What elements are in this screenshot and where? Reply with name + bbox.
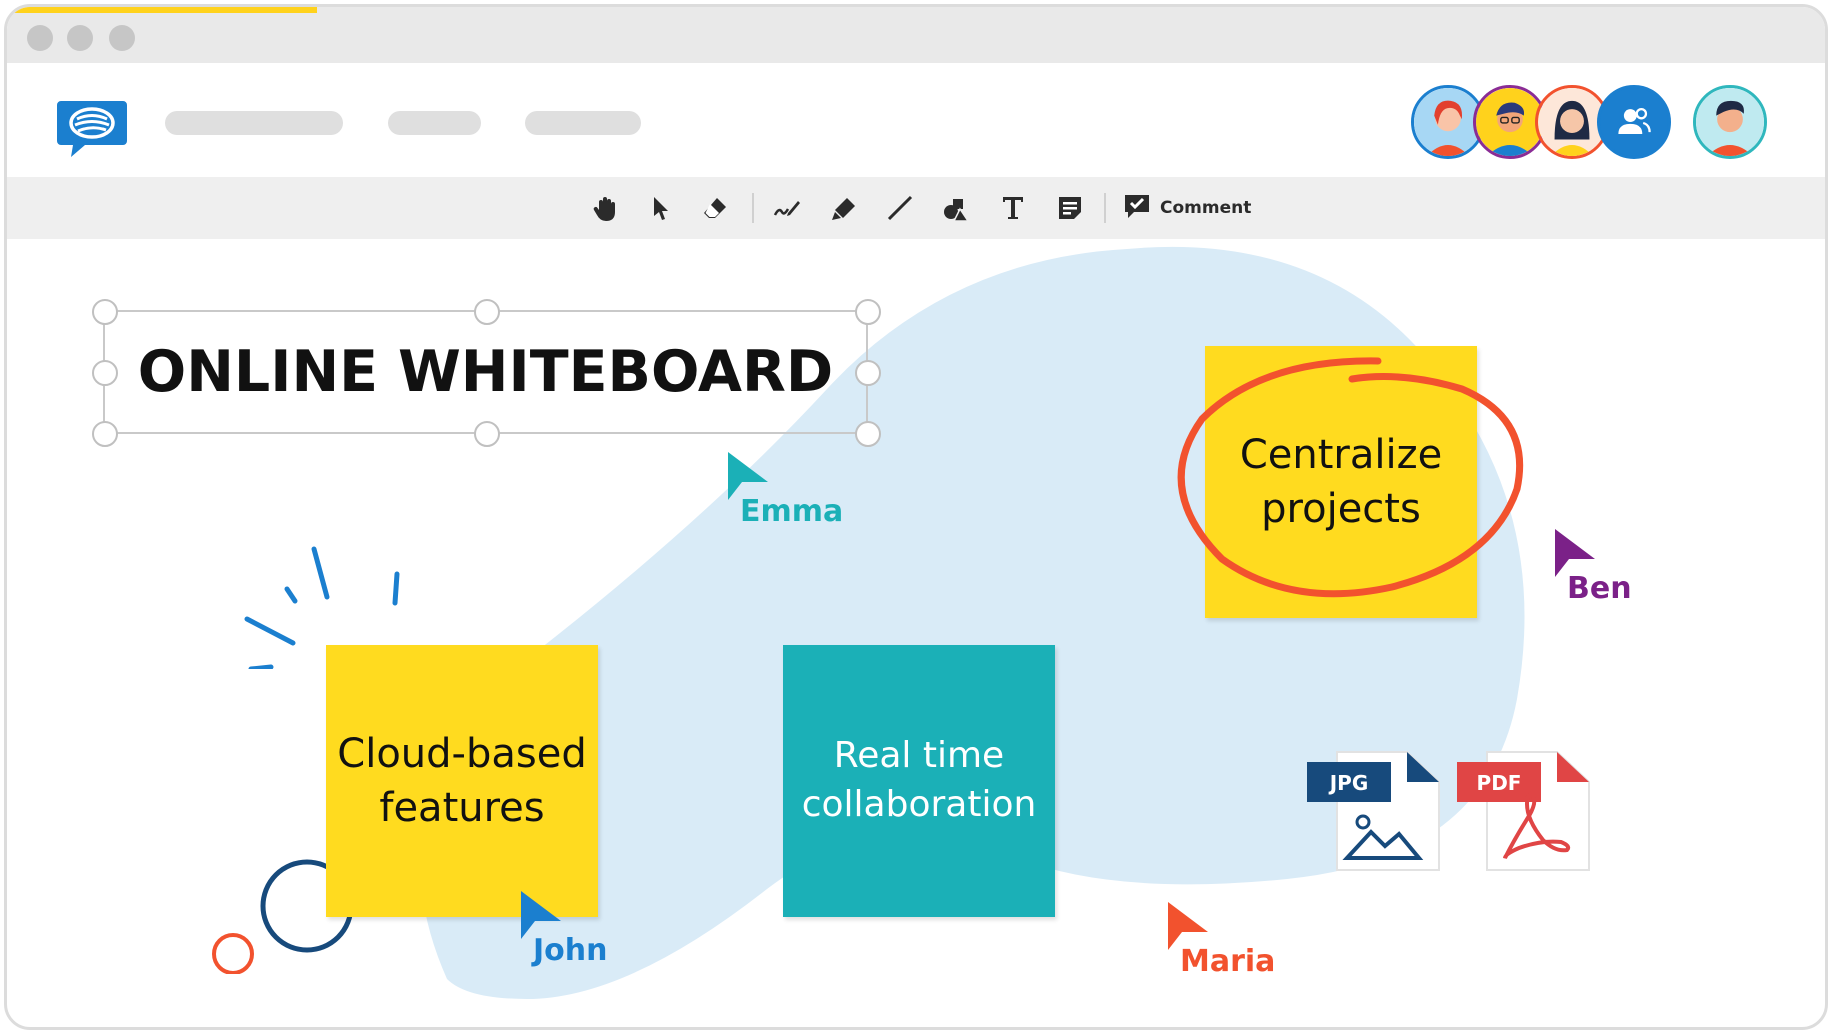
cursor-john: John xyxy=(521,891,608,968)
corner-accent xyxy=(7,7,317,13)
comment-label: Comment xyxy=(1160,198,1252,218)
app-header xyxy=(7,63,1825,177)
cursor-arrow-icon xyxy=(728,452,768,500)
sticky-note-cloud[interactable]: Cloud-based features xyxy=(326,645,598,917)
sticky-note-text: Cloud-based features xyxy=(337,731,587,831)
red-circle-annotation xyxy=(1177,357,1524,598)
toolbar-divider xyxy=(752,193,754,223)
jpg-label: JPG xyxy=(1328,771,1369,795)
pdf-label: PDF xyxy=(1477,771,1522,795)
whiteboard-canvas[interactable]: ONLINE WHITEBOARD Cloud-based features R… xyxy=(7,239,1825,1027)
close-dot[interactable] xyxy=(27,25,53,51)
jpg-file-icon[interactable]: JPG xyxy=(1307,742,1447,876)
comment-button[interactable]: Comment xyxy=(1122,191,1251,225)
drawing-toolbar: Comment xyxy=(7,177,1825,239)
maximize-dot[interactable] xyxy=(109,25,135,51)
cursor-emma: Emma xyxy=(728,452,843,529)
minimize-dot[interactable] xyxy=(67,25,93,51)
cursor-maria: Maria xyxy=(1168,902,1275,979)
cursor-arrow-icon xyxy=(1555,529,1595,577)
sticky-note-text: Real time collaboration xyxy=(801,735,1037,825)
title-text-box[interactable]: ONLINE WHITEBOARD xyxy=(92,299,881,447)
cursor-label: Emma xyxy=(740,494,844,529)
browser-window: Comment ONLINE WHITEBOARD Cloud-based fe… xyxy=(4,4,1828,1030)
highlighter-icon[interactable] xyxy=(827,191,861,225)
line-icon[interactable] xyxy=(883,191,917,225)
cursor-label: John xyxy=(533,933,608,968)
cursor-ben: Ben xyxy=(1555,529,1632,606)
sticky-note-realtime[interactable]: Real time collaboration xyxy=(783,645,1055,917)
eraser-icon[interactable] xyxy=(698,191,732,225)
pdf-file-icon[interactable]: PDF xyxy=(1457,742,1597,876)
collaborator-avatars xyxy=(1411,85,1767,159)
cursor-label: Maria xyxy=(1180,944,1276,979)
pen-icon[interactable] xyxy=(770,191,804,225)
cursor-arrow-icon xyxy=(1168,902,1208,950)
text-icon[interactable] xyxy=(996,191,1030,225)
shapes-icon[interactable] xyxy=(939,191,973,225)
sticky-note-icon[interactable] xyxy=(1053,191,1087,225)
cursor-arrow-icon xyxy=(521,891,561,939)
nav-placeholder-1[interactable] xyxy=(165,111,343,135)
window-titlebar xyxy=(7,7,1825,63)
hand-icon[interactable] xyxy=(588,191,622,225)
board-title: ONLINE WHITEBOARD xyxy=(137,339,834,405)
chat-bubble-logo-icon[interactable] xyxy=(55,97,129,161)
pointer-icon[interactable] xyxy=(644,191,678,225)
users-icon[interactable] xyxy=(1597,85,1671,159)
nav-placeholder-2[interactable] xyxy=(388,111,481,135)
cursor-label: Ben xyxy=(1567,571,1632,606)
nav-placeholder-3[interactable] xyxy=(525,111,641,135)
comment-icon xyxy=(1122,191,1152,225)
toolbar-divider xyxy=(1104,193,1106,223)
avatar-current-user[interactable] xyxy=(1693,85,1767,159)
